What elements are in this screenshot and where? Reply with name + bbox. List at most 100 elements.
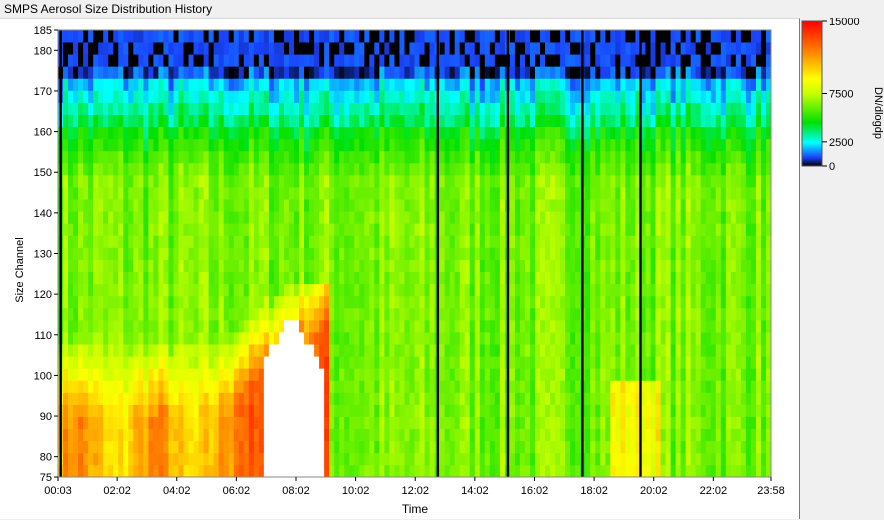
heatmap-cell: [489, 332, 496, 345]
heatmap-cell: [389, 440, 395, 454]
heatmap-cell: [529, 283, 536, 297]
heatmap-cell: [454, 174, 461, 188]
heatmap-cell: [253, 102, 260, 115]
heatmap-cell: [459, 356, 466, 369]
heatmap-cell: [404, 319, 410, 333]
heatmap-cell: [103, 114, 109, 128]
heatmap-cell: [685, 42, 692, 55]
heatmap-cell: [113, 90, 119, 103]
heatmap-cell: [344, 259, 350, 273]
heatmap-cell: [88, 114, 94, 128]
heatmap-cell: [299, 66, 305, 79]
heatmap-cell: [585, 452, 591, 466]
heatmap-cell: [730, 440, 737, 454]
heatmap-cell: [540, 271, 546, 285]
heatmap-cell: [369, 162, 375, 176]
heatmap-cell: [605, 344, 611, 357]
heatmap-cell: [118, 187, 124, 200]
heatmap-cell: [600, 247, 606, 260]
heatmap-cell: [419, 464, 425, 478]
heatmap-cell: [73, 344, 79, 357]
heatmap-cell: [293, 66, 300, 79]
heatmap-cell: [218, 464, 225, 478]
heatmap-cell: [158, 187, 164, 200]
heatmap-cell: [63, 247, 69, 260]
heatmap-cell: [113, 271, 119, 285]
heatmap-cell: [319, 211, 325, 224]
heatmap-cell: [449, 42, 456, 55]
heatmap-cell: [655, 271, 661, 285]
heatmap-cell: [218, 283, 225, 297]
heatmap-cell: [283, 344, 290, 357]
heatmap-cell: [93, 440, 99, 454]
heatmap-cell: [88, 30, 94, 43]
heatmap-cell: [700, 283, 707, 297]
heatmap-cell: [103, 42, 109, 55]
heatmap-cell: [630, 138, 636, 152]
heatmap-cell: [499, 150, 506, 164]
heatmap-cell: [248, 452, 255, 466]
heatmap-cell: [665, 174, 671, 188]
heatmap-cell: [319, 380, 325, 393]
heatmap-cell: [720, 223, 727, 236]
heatmap-cell: [524, 199, 531, 212]
heatmap-cell: [379, 150, 385, 164]
heatmap-cell: [148, 452, 154, 466]
heatmap-cell: [118, 344, 124, 357]
heatmap-cell: [193, 307, 199, 321]
heatmap-cell: [585, 392, 591, 405]
heatmap-cell: [73, 452, 79, 466]
heatmap-cell: [680, 452, 687, 466]
heatmap-cell: [655, 416, 661, 430]
heatmap-cell: [399, 247, 405, 260]
heatmap-cell: [595, 30, 601, 43]
heatmap-cell: [334, 428, 340, 442]
heatmap-cell: [314, 102, 320, 115]
heatmap-cell: [655, 404, 661, 417]
heatmap-cell: [263, 162, 270, 176]
heatmap-cell: [133, 78, 139, 91]
heatmap-cell: [173, 66, 179, 79]
heatmap-cell: [329, 30, 335, 43]
heatmap-cell: [324, 356, 330, 369]
heatmap-cell: [329, 235, 335, 248]
heatmap-cell: [610, 464, 616, 478]
heatmap-cell: [309, 114, 315, 128]
heatmap-cell: [83, 78, 89, 91]
heatmap-cell: [359, 319, 365, 333]
chart-panel: 75 80 90 100 110 120 130 140 150 160 170 180 185 00:…: [0, 18, 800, 519]
heatmap-cell: [685, 271, 692, 285]
heatmap-cell: [153, 440, 159, 454]
heatmap-cell: [610, 416, 616, 430]
heatmap-cell: [715, 344, 722, 357]
heatmap-cell: [419, 332, 425, 345]
heatmap-cell: [233, 138, 240, 152]
heatmap-cell: [198, 416, 205, 430]
heatmap-cell: [710, 102, 717, 115]
heatmap-cell: [424, 30, 430, 43]
heatmap-cell: [715, 283, 722, 297]
heatmap-cell: [444, 295, 451, 309]
heatmap-cell: [710, 90, 717, 103]
heatmap-cell: [319, 138, 325, 152]
heatmap-cell: [148, 187, 154, 200]
heatmap-cell: [555, 440, 561, 454]
heatmap-cell: [98, 344, 104, 357]
heatmap-cell: [374, 332, 380, 345]
heatmap-cell: [529, 392, 536, 405]
heatmap-cell: [535, 150, 541, 164]
heatmap-cell: [474, 150, 481, 164]
heatmap-cell: [354, 66, 360, 79]
heatmap-cell: [349, 392, 355, 405]
heatmap-cell: [314, 344, 320, 357]
heatmap-cell: [600, 271, 606, 285]
heatmap-cell: [218, 368, 225, 381]
heatmap-cell: [314, 90, 320, 103]
heatmap-cell: [685, 464, 692, 478]
heatmap-cell: [369, 380, 375, 393]
heatmap-cell: [223, 440, 230, 454]
heatmap-cell: [730, 114, 737, 128]
heatmap-cell: [545, 368, 551, 381]
heatmap-cell: [329, 90, 335, 103]
heatmap-cell: [178, 187, 184, 200]
